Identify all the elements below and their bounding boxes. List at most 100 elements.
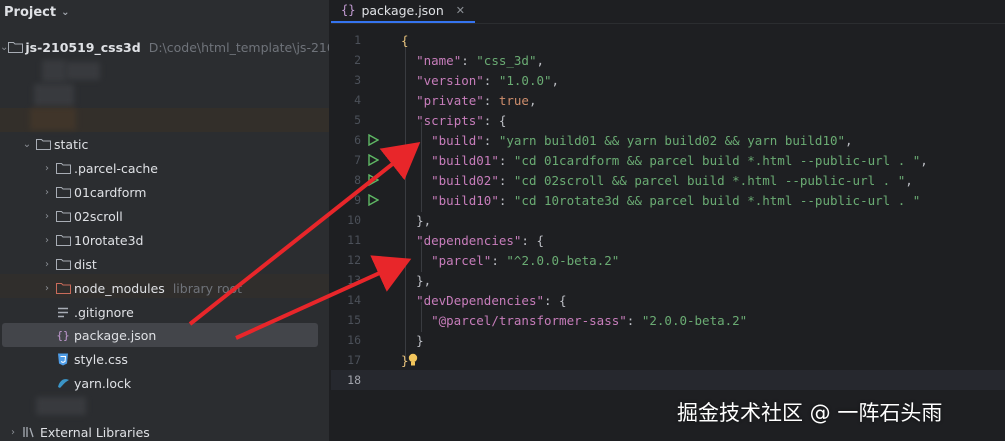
chevron-right-icon[interactable]: › bbox=[40, 187, 54, 198]
library-icon bbox=[20, 426, 38, 438]
tree-item-label: 02scroll bbox=[74, 208, 123, 224]
tree-item-10rotate3d[interactable]: › 10rotate3d bbox=[0, 228, 329, 252]
close-icon[interactable]: ✕ bbox=[456, 4, 465, 17]
lightbulb-icon[interactable] bbox=[408, 353, 418, 367]
tree-item-label: static bbox=[54, 136, 89, 152]
redacted-block bbox=[42, 60, 66, 82]
code-line: 13 }, bbox=[331, 270, 1005, 290]
code-text: } bbox=[416, 332, 424, 348]
code-text: "build10": "cd 10rotate3d && parcel buil… bbox=[431, 192, 921, 208]
css-file-icon bbox=[54, 353, 72, 366]
json-file-icon: {} bbox=[341, 3, 356, 17]
watermark: 掘金技术社区 @ 一阵石头雨 bbox=[677, 401, 943, 425]
chevron-right-icon[interactable]: › bbox=[40, 235, 54, 246]
line-number: 1 bbox=[354, 33, 361, 47]
library-folder-icon bbox=[54, 282, 72, 294]
tree-root-row[interactable]: ⌄ js-210519_css3d D:\code\html_template\… bbox=[0, 35, 329, 59]
code-text: "private": true, bbox=[416, 92, 537, 108]
chevron-right-icon[interactable]: › bbox=[6, 427, 20, 438]
code-line: 10 }, bbox=[331, 210, 1005, 230]
code-line: 9 "build10": "cd 10rotate3d && parcel bu… bbox=[331, 190, 1005, 210]
project-root-path: D:\code\html_template\js-21051 bbox=[148, 39, 329, 55]
chevron-down-icon[interactable]: ⌄ bbox=[20, 139, 34, 150]
tree-item-parcel-cache[interactable]: › .parcel-cache bbox=[0, 156, 329, 180]
code-line-current: 18 bbox=[331, 370, 1005, 390]
code-line: 2 "name": "css_3d", bbox=[331, 50, 1005, 70]
tree-item-label: 01cardform bbox=[74, 184, 147, 200]
redacted-block bbox=[66, 62, 100, 80]
chevron-down-icon[interactable]: ⌄ bbox=[61, 7, 69, 18]
tree-item-style-css[interactable]: style.css bbox=[0, 347, 329, 371]
folder-icon bbox=[54, 186, 72, 198]
tree-item-label: External Libraries bbox=[40, 424, 150, 440]
code-text: }, bbox=[416, 212, 432, 228]
chevron-right-icon[interactable]: › bbox=[40, 259, 54, 270]
tree-item-gitignore[interactable]: .gitignore bbox=[0, 300, 329, 324]
library-root-hint: library root bbox=[172, 280, 243, 296]
run-script-icon[interactable] bbox=[367, 174, 379, 186]
project-header[interactable]: Project ⌄ bbox=[0, 0, 329, 24]
tree-item-01cardform[interactable]: › 01cardform bbox=[0, 180, 329, 204]
tree-item-external-libraries[interactable]: › External Libraries bbox=[0, 420, 329, 441]
code-text: }, bbox=[416, 272, 432, 288]
editor-tab-bar: {} package.json ✕ bbox=[331, 0, 1005, 24]
code-line: 5 "scripts": { bbox=[331, 110, 1005, 130]
code-line: 4 "private": true, bbox=[331, 90, 1005, 110]
line-number: 7 bbox=[354, 153, 361, 167]
code-line: 6 "build": "yarn build01 && yarn build02… bbox=[331, 130, 1005, 150]
tree-item-02scroll[interactable]: › 02scroll bbox=[0, 204, 329, 228]
run-script-icon[interactable] bbox=[367, 194, 379, 206]
line-number: 15 bbox=[347, 313, 361, 327]
tab-package-json[interactable]: {} package.json ✕ bbox=[331, 0, 475, 23]
code-text: { bbox=[401, 32, 409, 48]
line-number: 3 bbox=[354, 73, 361, 87]
folder-icon bbox=[8, 41, 24, 53]
project-tool-window: Project ⌄ ⌄ js-210519_css3d D:\code\html… bbox=[0, 0, 330, 441]
code-line: 11 "dependencies": { bbox=[331, 230, 1005, 250]
chevron-down-icon[interactable]: ⌄ bbox=[0, 42, 8, 53]
chevron-right-icon[interactable]: › bbox=[40, 163, 54, 174]
folder-icon bbox=[54, 210, 72, 222]
code-line: 3 "version": "1.0.0", bbox=[331, 70, 1005, 90]
run-script-icon[interactable] bbox=[367, 134, 379, 146]
chevron-right-icon[interactable]: › bbox=[40, 211, 54, 222]
folder-icon bbox=[34, 138, 52, 150]
line-number: 5 bbox=[354, 113, 361, 127]
line-number: 8 bbox=[354, 173, 361, 187]
line-number: 11 bbox=[347, 233, 361, 247]
code-text: "version": "1.0.0", bbox=[416, 72, 560, 88]
line-number: 16 bbox=[347, 333, 361, 347]
line-number: 10 bbox=[347, 213, 361, 227]
project-root-name: js-210519_css3d bbox=[25, 39, 141, 55]
code-text: "build01": "cd 01cardform && parcel buil… bbox=[431, 152, 928, 168]
code-text: "dependencies": { bbox=[416, 232, 544, 248]
folder-icon bbox=[54, 162, 72, 174]
line-number: 9 bbox=[354, 193, 361, 207]
line-number: 6 bbox=[354, 133, 361, 147]
tree-item-static[interactable]: ⌄ static bbox=[0, 132, 329, 156]
tree-item-node-modules[interactable]: › node_modules library root bbox=[0, 276, 329, 300]
line-number: 2 bbox=[354, 53, 361, 67]
tree-item-dist[interactable]: › dist bbox=[0, 252, 329, 276]
chevron-right-icon[interactable]: › bbox=[40, 283, 54, 294]
code-text: "parcel": "^2.0.0-beta.2" bbox=[431, 252, 620, 268]
code-text: "build": "yarn build01 && yarn build02 &… bbox=[431, 132, 853, 148]
tree-item-label: dist bbox=[74, 256, 97, 272]
redacted-block bbox=[36, 397, 86, 415]
run-script-icon[interactable] bbox=[367, 154, 379, 166]
code-line: 1 { bbox=[331, 30, 1005, 50]
tree-item-label: yarn.lock bbox=[74, 375, 132, 391]
line-number: 13 bbox=[347, 273, 361, 287]
code-text: "devDependencies": { bbox=[416, 292, 567, 308]
project-title: Project bbox=[4, 4, 57, 20]
redacted-block bbox=[34, 84, 74, 106]
code-text: "build02": "cd 02scroll && parcel build … bbox=[431, 172, 913, 188]
tree-item-package-json[interactable]: {} package.json bbox=[2, 323, 318, 347]
yarn-icon bbox=[54, 377, 72, 389]
tree-item-label: 10rotate3d bbox=[74, 232, 144, 248]
code-line: 15 "@parcel/transformer-sass": "2.0.0-be… bbox=[331, 310, 1005, 330]
line-number: 14 bbox=[347, 293, 361, 307]
code-line: 14 "devDependencies": { bbox=[331, 290, 1005, 310]
tree-item-yarn-lock[interactable]: yarn.lock bbox=[0, 371, 329, 395]
tree-item-label: node_modules bbox=[74, 280, 165, 296]
